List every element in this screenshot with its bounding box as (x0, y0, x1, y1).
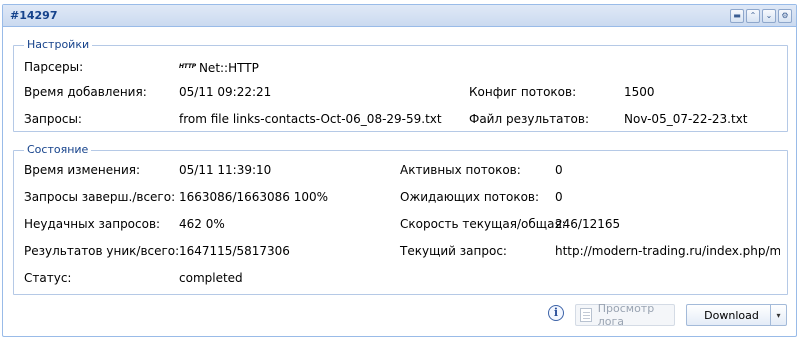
queries-done-value: 1663086/1663086 100% (179, 190, 329, 204)
speed-value: 246/12165 (555, 217, 621, 231)
panel-tools: ▬ ⌃ ⌄ ⚙ (730, 9, 792, 23)
log-icon (580, 308, 592, 322)
minimize-icon[interactable]: ▬ (730, 9, 744, 23)
current-query-label: Текущий запрос: (400, 244, 507, 258)
threads-config-value: 1500 (624, 85, 655, 99)
task-panel: #14297 ▬ ⌃ ⌄ ⚙ Настройки Парсеры: HTTP Ne… (2, 4, 797, 337)
active-threads-label: Активных потоков: (400, 163, 521, 177)
parsers-text: Net::HTTP (198, 61, 259, 75)
http-icon: HTTP (179, 63, 196, 70)
queries-done-label: Запросы заверш./всего: (24, 190, 176, 204)
chevron-down-icon[interactable]: ▾ (770, 305, 786, 325)
gear-icon[interactable]: ⚙ (778, 9, 792, 23)
active-threads-value: 0 (555, 163, 563, 177)
info-icon[interactable]: i (548, 305, 564, 321)
queries-value: from file links-contacts-Oct-06_08-29-59… (179, 112, 442, 126)
queries-label: Запросы: (24, 112, 82, 126)
threads-config-label: Конфиг потоков: (469, 85, 577, 99)
download-label: Download (704, 308, 759, 322)
waiting-threads-value: 0 (555, 190, 563, 204)
failed-queries-label: Неудачных запросов: (24, 217, 161, 231)
collapse-up-icon[interactable]: ⌃ (746, 9, 760, 23)
waiting-threads-label: Ожидающих потоков: (400, 190, 540, 204)
settings-group: Настройки Парсеры: HTTP Net::HTTP Время д… (13, 38, 788, 132)
settings-legend: Настройки (24, 38, 93, 52)
results-file-value: Nov-05_07-22-23.txt (624, 112, 748, 126)
added-time-label: Время добавления: (24, 85, 147, 99)
results-file-label: Файл результатов: (469, 112, 589, 126)
panel-header: #14297 ▬ ⌃ ⌄ ⚙ (3, 5, 796, 27)
view-log-label: Просмотр лога (597, 302, 655, 328)
changed-time-label: Время изменения: (24, 163, 141, 177)
speed-label: Скорость текущая/общая: (400, 217, 566, 231)
view-log-button[interactable]: Просмотр лога (575, 302, 675, 328)
current-query-value: http://modern-trading.ru/index.php/magi: (555, 244, 780, 258)
parsers-value: HTTP Net::HTTP (179, 60, 259, 75)
added-time-value: 05/11 09:22:21 (179, 85, 272, 99)
download-button[interactable]: Download ▾ (686, 304, 787, 326)
changed-time-value: 05/11 11:39:10 (179, 163, 272, 177)
expand-down-icon[interactable]: ⌄ (762, 9, 776, 23)
results-label: Результатов уник/всего: (24, 244, 180, 258)
failed-queries-value: 462 0% (179, 217, 225, 231)
status-group: Состояние Время изменения: 05/11 11:39:1… (13, 143, 788, 295)
state-value: completed (179, 271, 243, 285)
state-label: Статус: (24, 271, 72, 285)
parsers-label: Парсеры: (24, 60, 84, 74)
results-value: 1647115/5817306 (179, 244, 290, 258)
status-legend: Состояние (24, 143, 92, 157)
panel-title: #14297 (10, 9, 58, 22)
